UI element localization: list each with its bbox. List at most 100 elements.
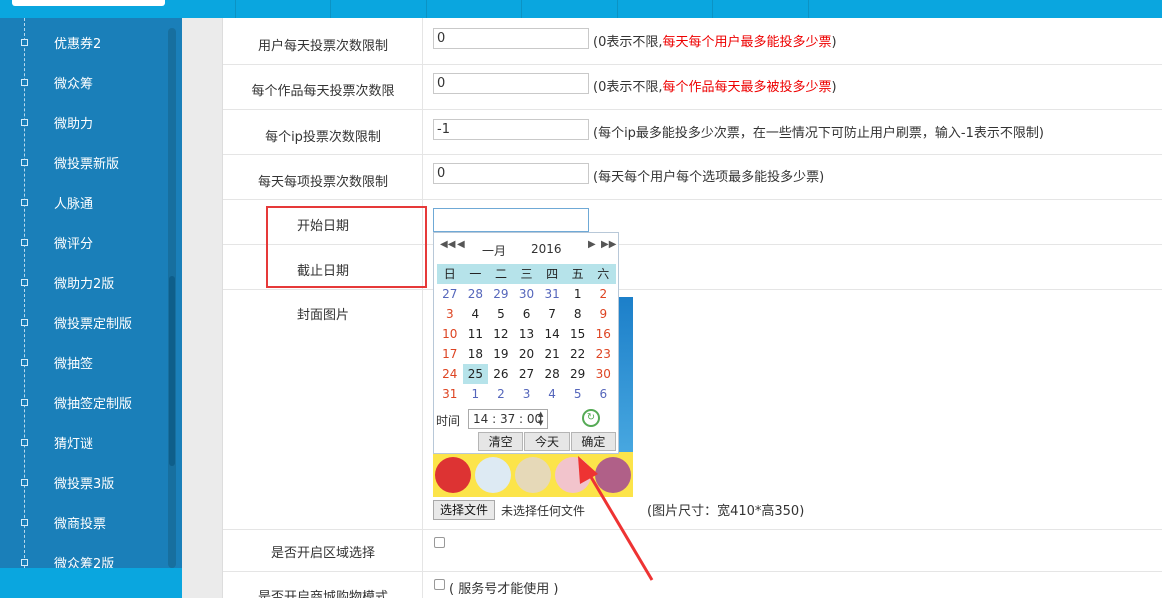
calendar-day[interactable]: 28 bbox=[463, 284, 489, 304]
hint-text: ) bbox=[831, 80, 837, 95]
time-input[interactable]: 14 : 37 : 00 bbox=[468, 409, 548, 429]
field-hint: (每天每个用户每个选项最多能投多少票) bbox=[593, 170, 825, 185]
sidebar-item[interactable]: 微评分 bbox=[0, 222, 165, 262]
calendar-day[interactable]: 1 bbox=[565, 284, 591, 304]
sidebar-item[interactable]: 微助力2版 bbox=[0, 262, 165, 302]
calendar-day[interactable]: 17 bbox=[437, 344, 463, 364]
sidebar-item[interactable]: 猜灯谜 bbox=[0, 422, 165, 462]
calendar-day[interactable]: 12 bbox=[488, 324, 514, 344]
calendar-day[interactable]: 21 bbox=[539, 344, 565, 364]
calendar-day[interactable]: 24 bbox=[437, 364, 463, 384]
sidebar-item[interactable]: 微众筹 bbox=[0, 62, 165, 102]
sidebar-item[interactable]: 微投票定制版 bbox=[0, 302, 165, 342]
calendar-day[interactable]: 29 bbox=[565, 364, 591, 384]
sidebar-item[interactable]: 微投票3版 bbox=[0, 462, 165, 502]
calendar-day[interactable]: 5 bbox=[488, 304, 514, 324]
calendar-day[interactable]: 18 bbox=[463, 344, 489, 364]
top-bar-divider bbox=[330, 0, 331, 18]
item-daily-limit-input[interactable] bbox=[433, 163, 589, 184]
today-button[interactable]: 今天 bbox=[524, 432, 570, 451]
calendar-day-selected[interactable]: 25 bbox=[462, 364, 489, 384]
image-size-hint: (图片尺寸：宽410*高350) bbox=[647, 504, 805, 519]
calendar-day[interactable]: 15 bbox=[565, 324, 591, 344]
prev-month-icon[interactable]: ◀ bbox=[457, 239, 465, 250]
calendar-day[interactable]: 28 bbox=[539, 364, 565, 384]
sidebar-item[interactable]: 微助力 bbox=[0, 102, 165, 142]
sidebar-item-label: 微助力2版 bbox=[54, 276, 115, 292]
date-picker-popup: ◀◀ ◀ 一月 2016 ▶ ▶▶ 日 一 二 三 四 五 六 27 28 29… bbox=[433, 232, 619, 454]
calendar-day[interactable]: 31 bbox=[437, 384, 463, 404]
year-selector[interactable]: 2016 bbox=[531, 242, 562, 256]
sidebar-item[interactable]: 微抽签 bbox=[0, 342, 165, 382]
calendar-day[interactable]: 19 bbox=[488, 344, 514, 364]
month-selector[interactable]: 一月 bbox=[482, 242, 506, 259]
calendar-day[interactable]: 10 bbox=[437, 324, 463, 344]
prev-year-icon[interactable]: ◀◀ bbox=[440, 239, 455, 250]
calendar-day[interactable]: 2 bbox=[590, 284, 616, 304]
tree-node-icon bbox=[21, 398, 28, 406]
hint-red-text: 每天每个用户最多能投多少票 bbox=[662, 35, 832, 50]
calendar-day[interactable]: 4 bbox=[463, 304, 489, 324]
calendar-day[interactable]: 5 bbox=[565, 384, 591, 404]
date-picker-header: ◀◀ ◀ 一月 2016 ▶ ▶▶ bbox=[434, 233, 618, 263]
calendar-day[interactable]: 30 bbox=[590, 364, 616, 384]
weekday-label: 五 bbox=[571, 267, 584, 281]
next-month-icon[interactable]: ▶ bbox=[588, 239, 596, 250]
top-bar-divider bbox=[712, 0, 713, 18]
calendar-day[interactable]: 6 bbox=[590, 384, 616, 404]
calendar-day[interactable]: 23 bbox=[590, 344, 616, 364]
ip-limit-input[interactable] bbox=[433, 119, 589, 140]
calendar-day[interactable]: 22 bbox=[565, 344, 591, 364]
calendar-day[interactable]: 4 bbox=[539, 384, 565, 404]
sidebar-item[interactable]: 优惠券2 bbox=[0, 22, 165, 62]
sidebar-item[interactable]: 人脉通 bbox=[0, 182, 165, 222]
calendar-day[interactable]: 3 bbox=[437, 304, 463, 324]
spin-up-icon[interactable]: ▲ bbox=[538, 410, 543, 419]
calendar-day[interactable]: 1 bbox=[463, 384, 489, 404]
hint-text: (0表示不限, bbox=[593, 35, 663, 50]
sidebar-item[interactable]: 微众筹2版 bbox=[0, 542, 165, 568]
calendar-day[interactable]: 16 bbox=[590, 324, 616, 344]
calendar-day[interactable]: 11 bbox=[463, 324, 489, 344]
field-label: 是否开启商城购物模式 bbox=[257, 590, 388, 598]
time-label: 时间 bbox=[436, 414, 461, 428]
calendar-day[interactable]: 6 bbox=[514, 304, 540, 324]
clear-button[interactable]: 清空 bbox=[478, 432, 524, 451]
confirm-button[interactable]: 确定 bbox=[570, 432, 616, 451]
calendar-day[interactable]: 8 bbox=[565, 304, 591, 324]
time-spinner[interactable]: ▲ ▼ bbox=[538, 410, 543, 428]
start-date-input[interactable] bbox=[433, 208, 589, 232]
work-daily-limit-input[interactable] bbox=[433, 73, 589, 94]
calendar-day[interactable]: 3 bbox=[514, 384, 540, 404]
sidebar-item[interactable]: 微投票新版 bbox=[0, 142, 165, 182]
calendar-day[interactable]: 2 bbox=[488, 384, 514, 404]
choose-file-button[interactable]: 选择文件 bbox=[433, 500, 495, 520]
tree-node-icon bbox=[21, 78, 28, 86]
calendar-day[interactable]: 14 bbox=[539, 324, 565, 344]
user-daily-limit-input[interactable] bbox=[433, 28, 589, 49]
calendar-day[interactable]: 9 bbox=[590, 304, 616, 324]
refresh-time-icon[interactable]: ↻ bbox=[582, 409, 600, 427]
sidebar-scrollbar-thumb[interactable] bbox=[169, 276, 175, 466]
date-picker-actions: 清空 今天 确定 bbox=[478, 432, 616, 452]
calendar-day[interactable]: 31 bbox=[539, 284, 565, 304]
tree-node-icon bbox=[21, 278, 28, 286]
calendar-day[interactable]: 26 bbox=[488, 364, 514, 384]
weekday-label: 三 bbox=[520, 267, 533, 281]
tree-node-icon bbox=[21, 478, 28, 486]
calendar-day[interactable]: 13 bbox=[514, 324, 540, 344]
region-checkbox[interactable] bbox=[434, 537, 445, 548]
spin-down-icon[interactable]: ▼ bbox=[538, 419, 543, 428]
sidebar-item[interactable]: 微商投票 bbox=[0, 502, 165, 542]
calendar-day[interactable]: 7 bbox=[539, 304, 565, 324]
tree-node-icon bbox=[21, 518, 28, 526]
calendar-day[interactable]: 20 bbox=[514, 344, 540, 364]
sidebar-item[interactable]: 微抽签定制版 bbox=[0, 382, 165, 422]
weekday-label: 一 bbox=[469, 267, 482, 281]
calendar-day[interactable]: 27 bbox=[437, 284, 463, 304]
calendar-day[interactable]: 29 bbox=[488, 284, 514, 304]
calendar-day[interactable]: 30 bbox=[514, 284, 540, 304]
mall-checkbox[interactable] bbox=[434, 579, 445, 590]
calendar-day[interactable]: 27 bbox=[514, 364, 540, 384]
next-year-icon[interactable]: ▶▶ bbox=[601, 239, 616, 250]
